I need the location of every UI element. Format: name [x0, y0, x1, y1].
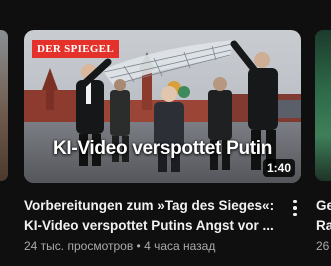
video-title-line-2[interactable]: KI-Video verspottet Putins Angst vor ... [24, 218, 282, 233]
more-vert-icon[interactable] [288, 198, 302, 218]
previous-video-thumbnail[interactable] [0, 30, 8, 181]
video-duration-badge: 1:40 [262, 159, 295, 177]
menu-dot [293, 199, 297, 204]
menu-dot [293, 212, 297, 217]
next-video-meta: 26 [316, 239, 330, 253]
video-thumbnail[interactable]: DER SPIEGEL KI-Video verspottet Putin 1:… [24, 30, 301, 183]
channel-logo: DER SPIEGEL [32, 40, 119, 58]
next-video-thumbnail[interactable] [315, 30, 331, 181]
video-title-line-1[interactable]: Vorbereitungen zum »Tag des Sieges«: [24, 198, 282, 213]
menu-dot [293, 206, 297, 210]
video-meta: 24 тыс. просмотров • 4 часа назад [24, 239, 216, 253]
next-video-title-line-1[interactable]: Ge [316, 198, 331, 213]
next-video-title-line-2[interactable]: Ra [316, 218, 331, 233]
video-feed-row: DER SPIEGEL KI-Video verspottet Putin 1:… [0, 0, 331, 266]
thumbnail-overlay-title: KI-Video verspottet Putin [52, 138, 273, 159]
